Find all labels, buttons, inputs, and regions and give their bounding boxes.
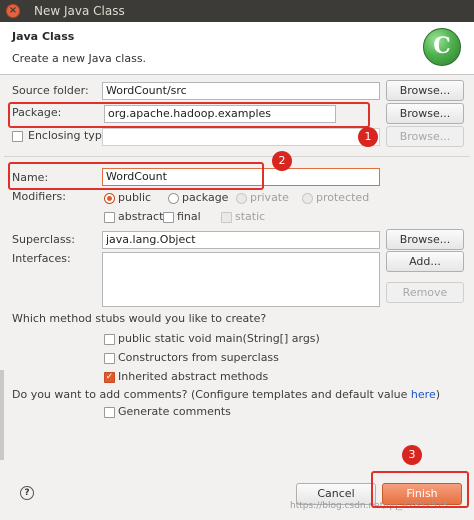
separator xyxy=(4,156,470,157)
interfaces-list[interactable] xyxy=(102,252,380,307)
superclass-browse-button[interactable]: Browse... xyxy=(386,229,464,250)
stub-constructors-label: Constructors from superclass xyxy=(118,351,279,364)
wizard-message: Create a new Java class. xyxy=(12,52,147,65)
modifier-public-label: public xyxy=(118,191,152,204)
stub-main-label: public static void main(String[] args) xyxy=(118,332,320,345)
enclosing-type-label: Enclosing type: xyxy=(28,129,113,142)
window-title: New Java Class xyxy=(34,4,125,18)
configure-templates-link[interactable]: here xyxy=(411,388,436,401)
modifier-abstract-label: abstract xyxy=(118,210,164,223)
wizard-header: Java Class Create a new Java class. C xyxy=(0,22,474,75)
modifier-private-label: private xyxy=(250,191,289,204)
generate-comments-label: Generate comments xyxy=(118,405,231,418)
interfaces-remove-button[interactable]: Remove xyxy=(386,282,464,303)
modifier-abstract-checkbox[interactable] xyxy=(104,212,115,223)
modifier-package-radio[interactable] xyxy=(168,193,179,204)
annotation-badge-3: 3 xyxy=(402,445,422,465)
wizard-title: Java Class xyxy=(12,30,75,43)
close-window-button[interactable]: × xyxy=(6,4,20,18)
modifier-protected-radio[interactable] xyxy=(302,193,313,204)
modifiers-label: Modifiers: xyxy=(12,190,66,203)
modifier-static-label: static xyxy=(235,210,266,223)
annotation-box-finish xyxy=(371,471,469,508)
stub-inherited-checkbox[interactable]: ✓ xyxy=(104,372,115,383)
modifier-private-radio[interactable] xyxy=(236,193,247,204)
source-folder-browse-button[interactable]: Browse... xyxy=(386,80,464,101)
enclosing-type-input[interactable] xyxy=(102,128,380,146)
stub-constructors-checkbox[interactable] xyxy=(104,353,115,364)
comments-question-end: ) xyxy=(435,388,441,401)
modifier-final-checkbox[interactable] xyxy=(163,212,174,223)
generate-comments-checkbox[interactable] xyxy=(104,407,115,418)
source-folder-input[interactable]: WordCount/src xyxy=(102,82,380,100)
title-bar: × New Java Class xyxy=(0,0,474,22)
comments-question-text: Do you want to add comments? (Configure … xyxy=(12,388,411,401)
modifier-protected-label: protected xyxy=(316,191,370,204)
modifier-static-checkbox[interactable] xyxy=(221,212,232,223)
annotation-box-package xyxy=(8,102,370,128)
modifier-package-label: package xyxy=(182,191,229,204)
help-icon[interactable]: ? xyxy=(20,486,34,500)
annotation-badge-2: 2 xyxy=(272,151,292,171)
enclosing-type-checkbox[interactable] xyxy=(12,131,23,142)
interfaces-label: Interfaces: xyxy=(12,252,71,265)
annotation-box-name xyxy=(8,162,264,190)
java-class-logo-icon: C xyxy=(423,28,461,66)
interfaces-add-button[interactable]: Add... xyxy=(386,251,464,272)
modifier-public-radio[interactable] xyxy=(104,193,115,204)
superclass-input[interactable]: java.lang.Object xyxy=(102,231,380,249)
stub-main-checkbox[interactable] xyxy=(104,334,115,345)
modifier-final-label: final xyxy=(177,210,201,223)
method-stubs-question: Which method stubs would you like to cre… xyxy=(12,312,267,325)
package-browse-button[interactable]: Browse... xyxy=(386,103,464,124)
comments-question: Do you want to add comments? (Configure … xyxy=(12,388,440,401)
left-edge-strip xyxy=(0,370,4,460)
enclosing-type-browse-button[interactable]: Browse... xyxy=(386,126,464,147)
superclass-label: Superclass: xyxy=(12,233,75,246)
stub-inherited-label: Inherited abstract methods xyxy=(118,370,269,383)
annotation-badge-1: 1 xyxy=(358,127,378,147)
source-folder-label: Source folder: xyxy=(12,84,89,97)
